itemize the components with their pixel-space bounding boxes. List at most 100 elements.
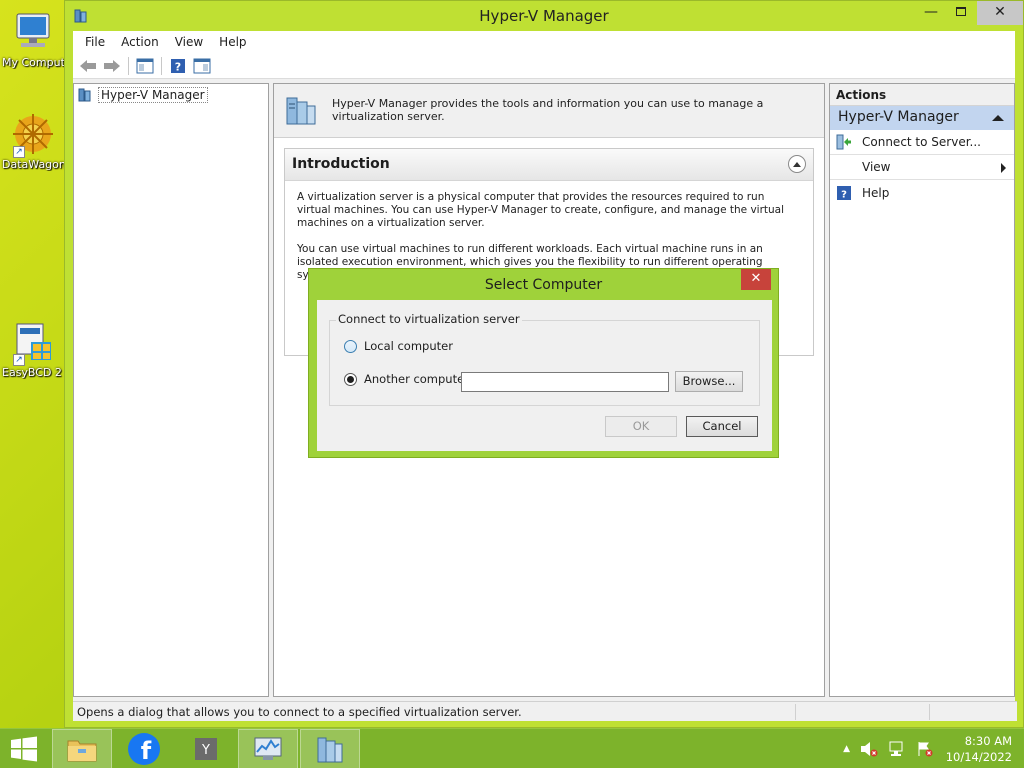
maximize-icon bbox=[956, 7, 966, 16]
back-arrow-icon bbox=[80, 59, 96, 72]
menu-bar: File Action View Help bbox=[73, 31, 1015, 53]
results-header: Hyper-V Manager provides the tools and i… bbox=[274, 84, 824, 138]
show-hidden-icons-button[interactable]: ▲ bbox=[843, 744, 850, 754]
clock-date: 10/14/2022 bbox=[945, 750, 1012, 764]
another-computer-option[interactable]: Another computer: bbox=[344, 372, 473, 386]
option-label: Local computer bbox=[364, 339, 453, 353]
dialog-title: Select Computer bbox=[484, 277, 603, 293]
computer-name-input[interactable] bbox=[461, 372, 669, 392]
taskbar-file-explorer[interactable] bbox=[52, 729, 112, 768]
show-hide-console-tree-button[interactable] bbox=[134, 55, 156, 77]
connect-server-icon bbox=[836, 134, 852, 150]
help-toolbar-button[interactable]: ? bbox=[167, 55, 189, 77]
actions-group-header[interactable]: Hyper-V Manager bbox=[830, 106, 1014, 130]
yahoo-icon: Y bbox=[195, 738, 217, 760]
action-view[interactable]: View bbox=[830, 155, 1014, 180]
local-computer-option[interactable]: Local computer bbox=[344, 339, 453, 353]
computer-icon bbox=[11, 10, 55, 54]
action-label: Connect to Server... bbox=[862, 135, 981, 149]
console-tree-pane: Hyper-V Manager bbox=[73, 83, 269, 697]
close-icon: ✕ bbox=[750, 271, 762, 286]
file-explorer-icon bbox=[67, 740, 97, 762]
svg-text:Y: Y bbox=[201, 743, 210, 758]
svg-text:?: ? bbox=[175, 60, 181, 73]
hyperv-tree-icon bbox=[78, 88, 91, 102]
taskbar-hyperv-manager[interactable] bbox=[300, 729, 360, 768]
svg-text:f: f bbox=[141, 737, 152, 765]
help-icon: ? bbox=[171, 58, 185, 73]
introduction-title: Introduction bbox=[292, 156, 390, 172]
menu-help[interactable]: Help bbox=[211, 35, 254, 49]
collapse-section-button[interactable] bbox=[788, 155, 806, 173]
forward-arrow-icon bbox=[104, 59, 120, 72]
close-button[interactable]: ✕ bbox=[977, 1, 1023, 25]
desktop-icon-datawagon[interactable]: ↗ DataWagon bbox=[0, 112, 66, 171]
intro-paragraph: A virtualization server is a physical co… bbox=[297, 191, 785, 229]
easybcd-icon: ↗ bbox=[11, 320, 55, 366]
action-label: Help bbox=[862, 185, 890, 200]
select-computer-dialog: Select Computer ✕ Connect to virtualizat… bbox=[308, 268, 779, 458]
desktop-icon-easybcd[interactable]: ↗ EasyBCD 2 bbox=[0, 320, 66, 379]
svg-text:?: ? bbox=[841, 189, 847, 200]
taskbar-task-manager[interactable] bbox=[238, 729, 298, 768]
tree-item-hyperv-manager[interactable]: Hyper-V Manager bbox=[78, 87, 208, 103]
results-description: Hyper-V Manager provides the tools and i… bbox=[332, 97, 764, 123]
minimize-button[interactable]: — bbox=[915, 1, 947, 25]
task-manager-icon bbox=[254, 737, 282, 760]
local-computer-radio[interactable] bbox=[344, 339, 357, 353]
status-bar: Opens a dialog that allows you to connec… bbox=[73, 701, 1017, 721]
window-titlebar[interactable]: Hyper-V Manager — ✕ bbox=[65, 1, 1023, 31]
collapse-up-icon bbox=[992, 115, 1004, 121]
clock-time: 8:30 AM bbox=[964, 734, 1012, 748]
status-text: Opens a dialog that allows you to connec… bbox=[77, 705, 522, 719]
datawagon-icon: ↗ bbox=[11, 112, 55, 158]
connect-group: Connect to virtualization server Local c… bbox=[329, 312, 760, 406]
another-computer-radio[interactable] bbox=[344, 372, 357, 386]
taskbar-facebook[interactable]: f bbox=[114, 729, 174, 768]
forward-button[interactable] bbox=[101, 55, 123, 77]
desktop-icon-label: EasyBCD 2 bbox=[2, 366, 62, 379]
action-label: View bbox=[862, 160, 891, 174]
back-button[interactable] bbox=[77, 55, 99, 77]
start-icon bbox=[11, 736, 37, 762]
console-tree-icon bbox=[136, 58, 154, 73]
volume-muted-icon[interactable] bbox=[860, 741, 878, 757]
start-button[interactable] bbox=[0, 729, 48, 768]
toolbar-separator bbox=[128, 56, 129, 75]
dialog-body: Connect to virtualization server Local c… bbox=[317, 300, 772, 451]
server-stack-icon bbox=[284, 94, 318, 131]
actions-title: Actions bbox=[830, 84, 1014, 106]
menu-file[interactable]: File bbox=[77, 35, 113, 49]
ok-button[interactable]: OK bbox=[605, 416, 677, 437]
cancel-button[interactable]: Cancel bbox=[686, 416, 758, 437]
actions-pane: Actions Hyper-V Manager Connect to Serve… bbox=[829, 83, 1015, 697]
maximize-button[interactable] bbox=[945, 1, 977, 25]
toolbar-separator bbox=[161, 56, 162, 75]
desktop-icon-my-computer[interactable]: My Computer bbox=[0, 10, 66, 69]
taskbar-clock[interactable]: 8:30 AM 10/14/2022 bbox=[946, 733, 1012, 765]
help-icon: ? bbox=[836, 185, 852, 201]
system-tray: ▲ bbox=[843, 741, 934, 757]
option-label: Another computer: bbox=[364, 372, 473, 386]
browse-button[interactable]: Browse... bbox=[675, 371, 743, 392]
action-center-flag-icon[interactable] bbox=[916, 741, 934, 757]
introduction-header[interactable]: Introduction bbox=[285, 149, 813, 181]
toolbar: ? bbox=[73, 53, 1015, 79]
group-label: Connect to virtualization server bbox=[336, 312, 522, 326]
facebook-icon: f bbox=[128, 733, 160, 765]
show-hide-action-pane-button[interactable] bbox=[191, 55, 213, 77]
desktop-icon-label: DataWagon bbox=[2, 158, 66, 171]
taskbar: f Y ▲ 8:30 AM 10/14/2022 bbox=[0, 728, 1024, 768]
shortcut-arrow-icon: ↗ bbox=[13, 354, 25, 366]
status-cell bbox=[929, 704, 930, 720]
menu-view[interactable]: View bbox=[167, 35, 211, 49]
menu-action[interactable]: Action bbox=[113, 35, 167, 49]
chevron-up-icon bbox=[793, 162, 801, 167]
action-help[interactable]: ? Help bbox=[830, 180, 1014, 205]
radio-selected-dot bbox=[347, 375, 354, 383]
network-icon[interactable] bbox=[888, 741, 906, 757]
action-connect-to-server[interactable]: Connect to Server... bbox=[830, 130, 1014, 155]
taskbar-yahoo[interactable]: Y bbox=[176, 729, 236, 768]
shortcut-arrow-icon: ↗ bbox=[13, 146, 25, 158]
dialog-close-button[interactable]: ✕ bbox=[741, 269, 771, 290]
